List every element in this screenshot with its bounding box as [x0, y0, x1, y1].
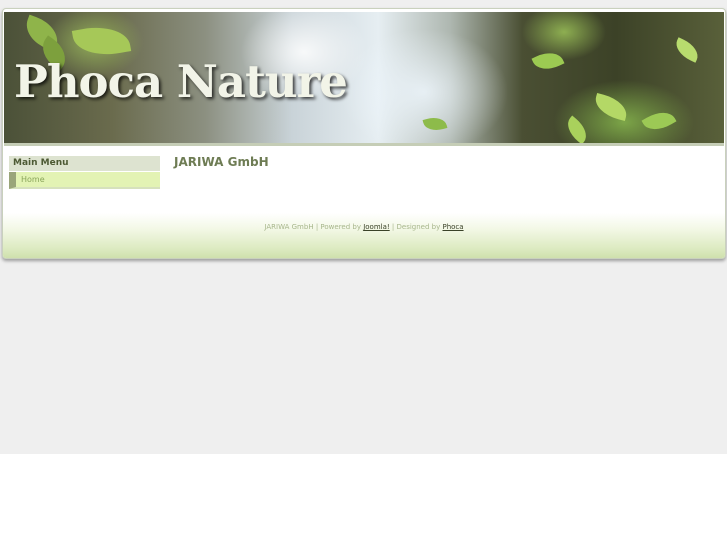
phoca-link[interactable]: Phoca	[442, 223, 463, 231]
footer: JARIWA GmbH | Powered by Joomla! | Desig…	[3, 213, 725, 258]
leaf-decoration	[641, 105, 677, 137]
menu-item-home[interactable]: Home	[9, 172, 160, 189]
joomla-link[interactable]: Joomla!	[363, 223, 390, 231]
footer-powered-by: Powered by	[320, 223, 364, 231]
leaf-decoration	[561, 115, 593, 143]
footer-company: JARIWA GmbH	[264, 223, 314, 231]
page-title: JARIWA GmbH	[174, 155, 269, 169]
footer-designed-by: Designed by	[396, 223, 443, 231]
site-container: Phoca Nature Main Menu Home JARIWA GmbH …	[2, 8, 726, 259]
footer-text: JARIWA GmbH | Powered by Joomla! | Desig…	[3, 223, 725, 231]
menu-title: Main Menu	[9, 156, 160, 172]
header-banner: Phoca Nature	[4, 12, 724, 146]
leaf-decoration	[422, 114, 448, 134]
leaf-decoration	[671, 37, 703, 63]
main-menu: Main Menu Home	[9, 156, 160, 189]
footer-separator: |	[389, 223, 397, 231]
site-title: Phoca Nature	[14, 55, 348, 108]
leaf-decoration	[531, 46, 565, 76]
menu-item-label: Home	[21, 175, 45, 184]
leaf-decoration	[591, 92, 631, 122]
